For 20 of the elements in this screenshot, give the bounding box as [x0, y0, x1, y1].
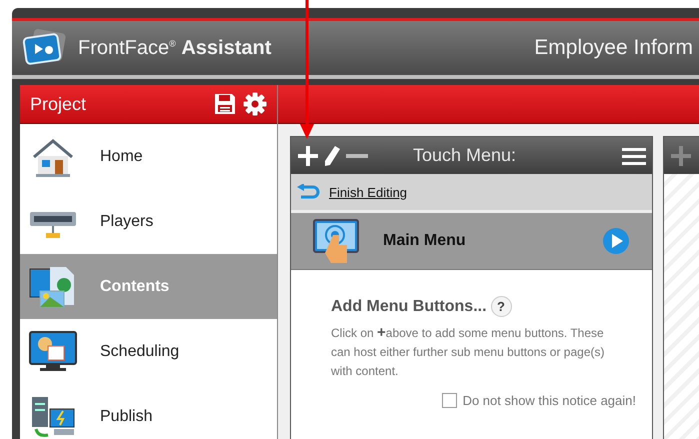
- return-arrow-icon: [297, 184, 321, 200]
- plus-icon[interactable]: [297, 144, 319, 166]
- touch-screen-icon: [313, 219, 361, 263]
- menu-icon[interactable]: [622, 146, 646, 166]
- menu-row[interactable]: Main Menu: [291, 213, 652, 270]
- finish-editing-link[interactable]: Finish Editing: [329, 184, 408, 200]
- notice-checkbox[interactable]: Do not show this notice again!: [442, 393, 636, 408]
- checkbox[interactable]: [442, 393, 457, 408]
- notice-title: Add Menu Buttons...: [331, 298, 487, 316]
- document-title: Employee Inform: [534, 36, 693, 60]
- monitor-calendar-icon: [28, 330, 78, 374]
- help-button[interactable]: ?: [490, 296, 512, 317]
- save-icon[interactable]: [213, 92, 237, 116]
- pencil-icon[interactable]: [323, 144, 341, 166]
- play-icon[interactable]: [602, 227, 630, 255]
- notice-text: Click on +above to add some menu buttons. These can host either further sub menu buttons or page(s) with content.: [331, 323, 606, 380]
- panel-title: Touch Menu:: [413, 145, 516, 166]
- sidebar-title: Project: [30, 94, 86, 114]
- app-name: FrontFace$^{®}$ Assistant: [78, 36, 272, 60]
- menu-row-label: Main Menu: [383, 232, 466, 250]
